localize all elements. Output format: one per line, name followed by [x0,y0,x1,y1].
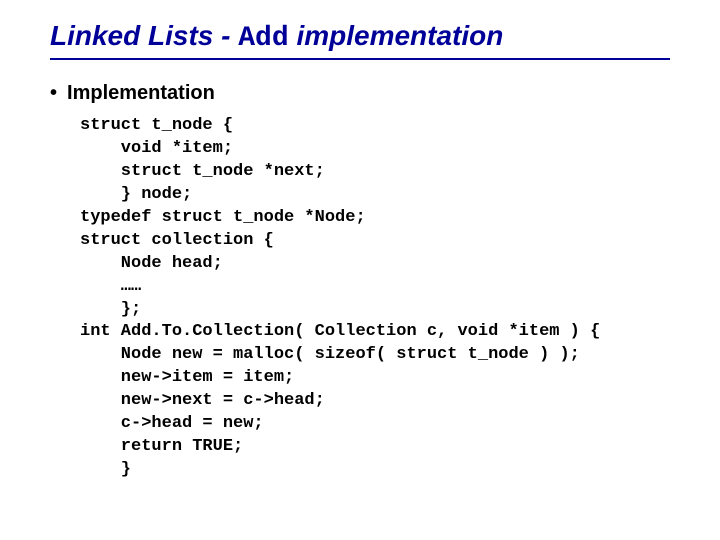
bullet-item: • Implementation [50,82,670,105]
title-prefix: Linked Lists - [50,20,238,51]
title-suffix: implementation [289,20,504,51]
code-block: struct t_node { void *item; struct t_nod… [80,115,670,482]
bullet-text: Implementation [67,82,215,105]
slide: Linked Lists - Add implementation • Impl… [0,0,720,502]
slide-title: Linked Lists - Add implementation [50,20,670,60]
bullet-dot-icon: • [50,82,57,105]
title-mono: Add [238,23,288,54]
